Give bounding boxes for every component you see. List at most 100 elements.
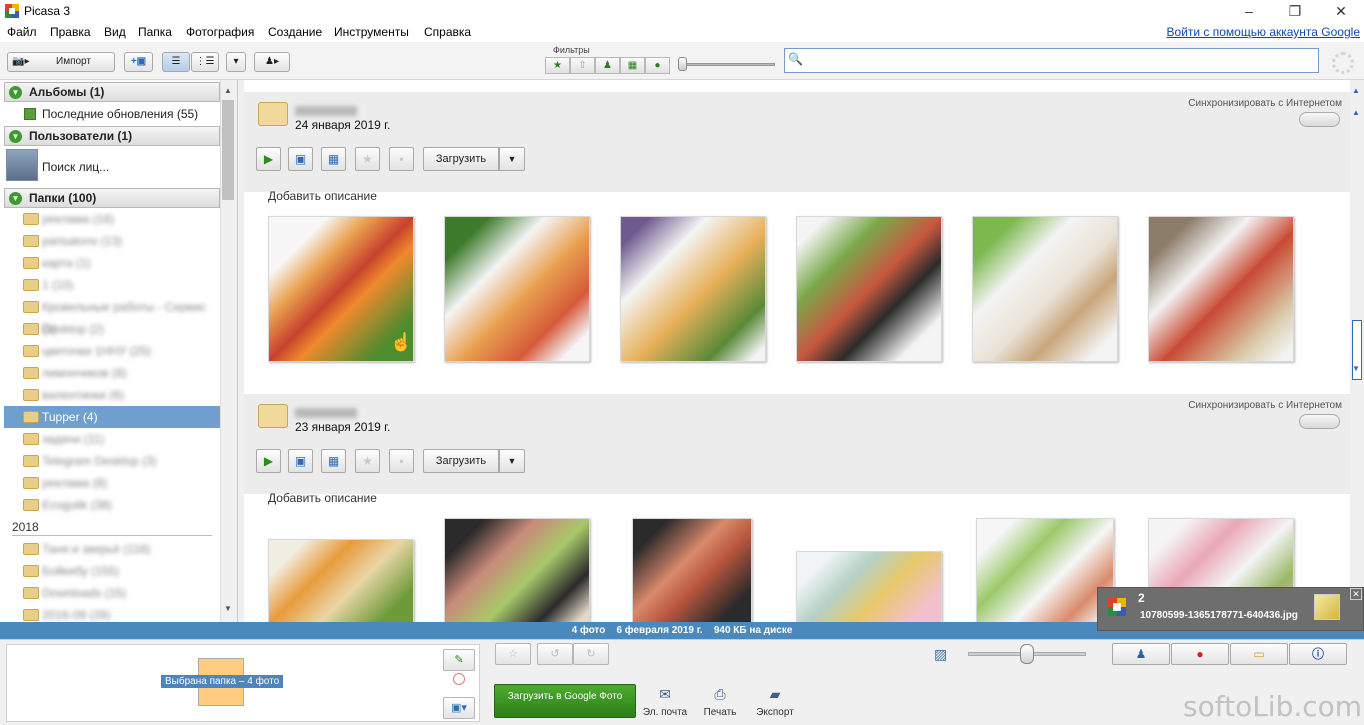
export-button[interactable]: ▰ Экспорт: [750, 686, 800, 718]
photo-thumbnail[interactable]: [976, 518, 1114, 622]
photo-thumbnail[interactable]: [620, 216, 766, 362]
upload-dropdown[interactable]: ▼: [499, 147, 525, 171]
add-to-album-button[interactable]: +▣: [124, 52, 153, 72]
photo-thumbnail[interactable]: [268, 539, 414, 622]
folder-item[interactable]: реклама (8): [4, 472, 220, 494]
filter-faces-button[interactable]: ♟: [595, 57, 620, 74]
movie-button[interactable]: ▦: [321, 449, 346, 473]
folders-section-header[interactable]: ▼ Папки (100): [4, 188, 220, 208]
sidebar-item-recent-updates[interactable]: Последние обновления (55): [4, 103, 220, 125]
close-button[interactable]: ✕: [1318, 0, 1364, 22]
folder-item[interactable]: Telegram Desktop (3): [4, 450, 220, 472]
search-input[interactable]: 🔍: [784, 48, 1319, 73]
filter-uploaded-button[interactable]: ⇧: [570, 57, 595, 74]
photo-thumbnail[interactable]: [796, 551, 942, 622]
places-panel-button[interactable]: ●: [1171, 643, 1229, 665]
face-search-item[interactable]: Поиск лиц...: [42, 160, 109, 174]
filter-date-slider[interactable]: [680, 63, 775, 66]
tray-album-button[interactable]: ▣▾: [443, 697, 475, 719]
play-slideshow-button[interactable]: ▶: [256, 147, 281, 171]
close-notification-icon[interactable]: ✕: [1350, 588, 1362, 600]
upload-dropdown[interactable]: ▼: [499, 449, 525, 473]
scroll-top-icon[interactable]: ▲: [1352, 86, 1360, 95]
people-panel-button[interactable]: ♟: [1112, 643, 1170, 665]
add-description[interactable]: Добавить описание: [268, 189, 377, 203]
photo-thumbnail[interactable]: [444, 216, 590, 362]
upload-google-photos-button[interactable]: Загрузить в Google Фото: [494, 684, 636, 718]
photo-thumbnail[interactable]: [444, 518, 590, 622]
photo-thumbnail[interactable]: [972, 216, 1118, 362]
folder-item[interactable]: лимончиков (8): [4, 362, 220, 384]
scroll-up-icon[interactable]: ▲: [224, 86, 232, 95]
folder-item-selected[interactable]: Tupper (4): [4, 406, 220, 428]
folder-item[interactable]: Desktop (2): [4, 318, 220, 340]
folder-item[interactable]: 2016-09 (28): [4, 604, 220, 622]
sidebar-scrollbar-thumb[interactable]: [222, 100, 234, 200]
folder-item[interactable]: 1 (10): [4, 274, 220, 296]
save-album-button[interactable]: ▪: [389, 147, 414, 171]
menu-help[interactable]: Справка: [424, 25, 471, 39]
slideshow-button[interactable]: ♟▸: [254, 52, 290, 72]
folder-item[interactable]: Downloads (15): [4, 582, 220, 604]
tags-panel-button[interactable]: ▭: [1230, 643, 1288, 665]
folder-item[interactable]: Кровельные работы - Сервис (1): [4, 296, 220, 336]
folder-item[interactable]: карта (1): [4, 252, 220, 274]
filter-date-slider-knob[interactable]: [678, 57, 687, 71]
print-button[interactable]: ⎙ Печать: [695, 686, 745, 718]
photo-thumbnail[interactable]: [632, 518, 752, 622]
maximize-button[interactable]: ❐: [1272, 0, 1318, 22]
rotate-right-button[interactable]: ↻: [573, 643, 609, 665]
menu-file[interactable]: Файл: [7, 25, 37, 39]
view-options-dropdown[interactable]: ▾: [226, 52, 246, 72]
filter-video-button[interactable]: ▦: [620, 57, 645, 74]
rotate-left-button[interactable]: ↺: [537, 643, 573, 665]
star-album-button[interactable]: ★: [355, 449, 380, 473]
scroll-down-icon[interactable]: ▼: [224, 604, 232, 613]
play-slideshow-button[interactable]: ▶: [256, 449, 281, 473]
scroll-down-icon[interactable]: ▼: [1352, 364, 1360, 373]
star-album-button[interactable]: ★: [355, 147, 380, 171]
people-section-header[interactable]: ▼ Пользователи (1): [4, 126, 220, 146]
albums-section-header[interactable]: ▼ Альбомы (1): [4, 82, 220, 102]
add-description[interactable]: Добавить описание: [268, 491, 377, 505]
folder-item[interactable]: Таня и зверьё (118): [4, 538, 220, 560]
filter-geotag-button[interactable]: ●: [645, 57, 670, 74]
filter-starred-button[interactable]: ★: [545, 57, 570, 74]
menu-create[interactable]: Создание: [268, 25, 322, 39]
upload-notification[interactable]: 2 10780599-1365178771-640436.jpg ✕: [1097, 587, 1364, 631]
photo-thumbnail[interactable]: [796, 216, 942, 362]
tray-hold-button[interactable]: ✎: [443, 649, 475, 671]
menu-view[interactable]: Вид: [104, 25, 126, 39]
thumbnail-size-slider-knob[interactable]: [1020, 644, 1034, 664]
upload-album-button[interactable]: Загрузить: [423, 147, 499, 171]
star-photo-button[interactable]: ☆: [495, 643, 531, 665]
sync-toggle[interactable]: [1299, 112, 1340, 127]
menu-tools[interactable]: Инструменты: [334, 25, 409, 39]
google-login-link[interactable]: Войти с помощью аккаунта Google: [1167, 25, 1360, 39]
photo-thumbnail[interactable]: [1148, 216, 1294, 362]
import-button[interactable]: 📷▸ Импорт: [7, 52, 115, 72]
menu-folder[interactable]: Папка: [138, 25, 172, 39]
list-view-button[interactable]: ☰: [162, 52, 190, 72]
folder-item[interactable]: задачи (11): [4, 428, 220, 450]
save-album-button[interactable]: ▪: [389, 449, 414, 473]
minimize-button[interactable]: –: [1226, 0, 1272, 22]
library-scrollbar[interactable]: ▲ ▲ ▼: [1350, 80, 1364, 622]
tree-view-button[interactable]: ⋮☰: [191, 52, 219, 72]
folder-item[interactable]: Ecogolik (38): [4, 494, 220, 516]
upload-album-button[interactable]: Загрузить: [423, 449, 499, 473]
clear-tray-icon[interactable]: [453, 673, 465, 685]
folder-item[interactable]: реклама (16): [4, 208, 220, 230]
menu-edit[interactable]: Правка: [50, 25, 91, 39]
folder-item[interactable]: Бойкибу (155): [4, 560, 220, 582]
collage-button[interactable]: ▣: [288, 449, 313, 473]
folder-item[interactable]: parisatons (13): [4, 230, 220, 252]
folder-item[interactable]: валентинки (6): [4, 384, 220, 406]
sync-toggle[interactable]: [1299, 414, 1340, 429]
movie-button[interactable]: ▦: [321, 147, 346, 171]
menu-photo[interactable]: Фотография: [186, 25, 254, 39]
scroll-up-icon[interactable]: ▲: [1352, 108, 1360, 117]
collage-button[interactable]: ▣: [288, 147, 313, 171]
email-button[interactable]: ✉ Эл. почта: [640, 686, 690, 718]
properties-panel-button[interactable]: ⓘ: [1289, 643, 1347, 665]
